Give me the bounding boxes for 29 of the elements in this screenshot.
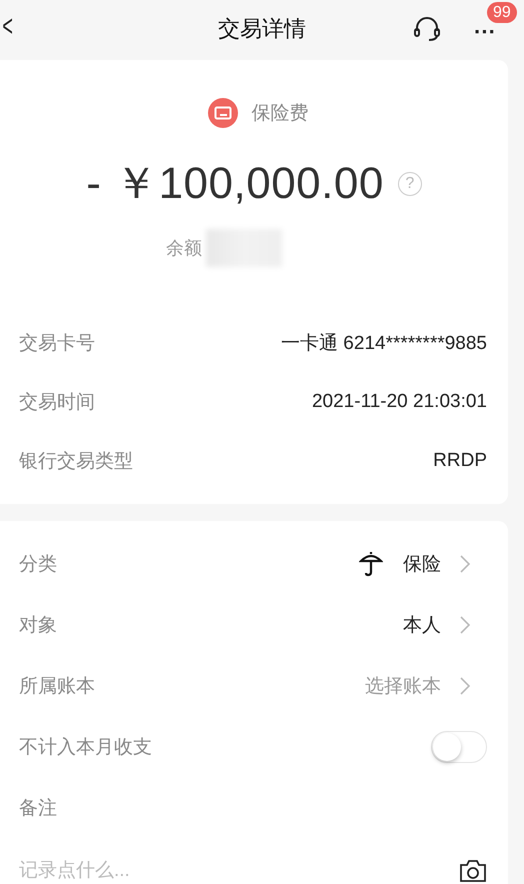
detail-value: RRDP (433, 450, 487, 472)
detail-label: 银行交易类型 (19, 450, 133, 474)
detail-label: 交易时间 (19, 390, 95, 414)
card-icon (208, 98, 238, 128)
section-label: 备注 (19, 796, 58, 820)
setting-label: 分类 (19, 552, 58, 576)
notification-badge: 99 (487, 2, 517, 23)
page-title: 交易详情 (218, 14, 306, 42)
camera-icon[interactable] (459, 859, 487, 883)
more-button[interactable]: ··· (474, 26, 496, 38)
headset-icon[interactable] (412, 16, 442, 42)
chevron-right-icon (459, 554, 471, 574)
detail-label: 交易卡号 (19, 332, 95, 356)
detail-value: 一卡通 6214********9885 (281, 332, 487, 356)
setting-label: 不计入本月收支 (19, 736, 153, 760)
setting-label: 对象 (19, 614, 58, 638)
setting-label: 所属账本 (19, 674, 96, 698)
note-field[interactable]: 记录点什么... (19, 860, 459, 882)
balance-label: 余额 (166, 237, 202, 260)
category-name: 保险费 (252, 102, 308, 126)
detail-value: 2021-11-20 21:03:01 (312, 390, 487, 412)
chevron-right-icon (459, 676, 471, 696)
amount: - ￥100,000.00 (86, 158, 384, 210)
toggle-switch[interactable] (431, 730, 487, 762)
back-button[interactable]: < (0, 12, 16, 42)
chevron-right-icon (459, 614, 471, 634)
setting-value[interactable]: 本人 (403, 612, 441, 638)
umbrella-icon (359, 550, 383, 576)
setting-value[interactable]: 保险 (403, 550, 441, 576)
